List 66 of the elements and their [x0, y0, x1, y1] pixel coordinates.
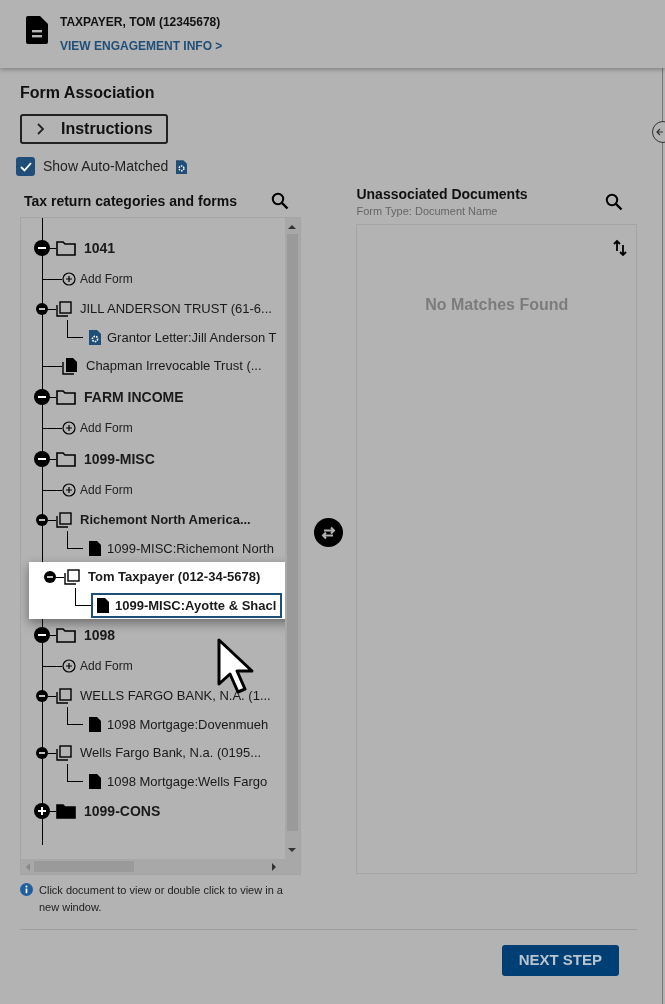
- collapse-toggle-icon[interactable]: [34, 389, 50, 405]
- panel-subtitle: Form Type: Document Name: [356, 204, 499, 219]
- page-title: Form Association: [20, 83, 156, 103]
- tree-document[interactable]: 1098 Mortgage:Dovenmueh: [83, 711, 275, 738]
- swap-button[interactable]: [314, 518, 343, 547]
- entity-label[interactable]: WELLS FARGO BANK, N.A. (1...: [80, 686, 271, 706]
- panel-title: Tax return categories and forms: [24, 191, 237, 211]
- engagement-info-link[interactable]: VIEW ENGAGEMENT INFO >: [60, 37, 223, 55]
- info-icon: [20, 883, 33, 896]
- chevron-right-icon: [35, 123, 45, 135]
- tree-document[interactable]: 1098 Mortgage:Wells Fargo: [83, 768, 274, 795]
- entity-label[interactable]: JILL ANDERSON TRUST (61-6...: [80, 299, 272, 319]
- tree-document[interactable]: Grantor Letter:Jill Anderson T: [83, 324, 283, 351]
- swap-arrows-icon: [320, 525, 337, 540]
- connector-line: [67, 706, 83, 725]
- scroll-up-icon[interactable]: [288, 224, 297, 230]
- collapse-toggle-icon[interactable]: [36, 303, 48, 315]
- category-label[interactable]: 1099-MISC: [84, 448, 155, 470]
- scroll-right-icon[interactable]: [270, 862, 277, 871]
- vertical-scrollbar[interactable]: [284, 218, 300, 859]
- entity-label[interactable]: Richemont North America...: [80, 510, 251, 530]
- horizontal-scrollbar[interactable]: [21, 859, 300, 874]
- category-label[interactable]: FARM INCOME: [84, 386, 184, 408]
- document-label: 1098 Mortgage:Wells Fargo: [107, 772, 268, 791]
- arrow-left-icon: [656, 128, 664, 136]
- category-label[interactable]: 1041: [84, 237, 116, 259]
- tree-document[interactable]: 1099-MISC:Ayotte & Shacl: [91, 592, 283, 619]
- hint-text: Click document to view or double click to view in a new window.: [39, 883, 284, 915]
- add-form-button[interactable]: Add Form: [62, 270, 133, 288]
- connector-line: [67, 763, 83, 782]
- document-label: 1098 Mortgage:Dovenmueh: [107, 715, 269, 734]
- document-label: 1099-MISC:Richemont North: [107, 539, 274, 558]
- entity-label[interactable]: Wells Fargo Bank, N.a. (0195...: [80, 743, 262, 763]
- checkbox-label: Show Auto-Matched: [43, 157, 169, 176]
- scroll-down-icon[interactable]: [288, 847, 297, 853]
- collapse-toggle-icon[interactable]: [34, 627, 50, 643]
- add-form-button[interactable]: Add Form: [62, 481, 133, 499]
- collapse-toggle-icon[interactable]: [34, 240, 50, 256]
- category-label[interactable]: 1099-CONS: [84, 800, 161, 822]
- client-name: TAXPAYER, TOM (12345678): [60, 14, 222, 31]
- tree-document[interactable]: 1099-MISC:Richemont North: [83, 535, 280, 562]
- instructions-button[interactable]: Instructions: [20, 114, 168, 144]
- next-step-button[interactable]: NEXT STEP: [501, 945, 619, 976]
- document-icon: [26, 16, 48, 44]
- panel-title: Unassociated Documents: [356, 185, 528, 203]
- search-icon[interactable]: [605, 193, 623, 211]
- collapse-toggle-icon[interactable]: [36, 690, 48, 702]
- file-label[interactable]: Chapman Irrevocable Trust (...: [86, 356, 262, 376]
- search-icon[interactable]: [270, 192, 289, 210]
- collapse-toggle-icon[interactable]: [36, 747, 48, 759]
- document-gear-icon: [176, 159, 188, 174]
- collapse-toggle-icon[interactable]: [34, 451, 50, 467]
- auto-matched-checkbox[interactable]: [16, 157, 35, 176]
- add-form-button[interactable]: Add Form: [62, 657, 133, 675]
- collapse-toggle-icon[interactable]: [36, 514, 48, 526]
- check-icon: [19, 161, 32, 172]
- connector-line: [67, 319, 83, 338]
- document-label: Grantor Letter:Jill Anderson T: [107, 328, 277, 347]
- collapse-toggle-icon[interactable]: [44, 571, 56, 583]
- connector-line: [67, 530, 83, 549]
- add-form-button[interactable]: Add Form: [62, 419, 133, 437]
- expand-toggle-icon[interactable]: [34, 803, 50, 819]
- category-label[interactable]: 1098: [84, 624, 116, 646]
- document-label: 1099-MISC:Ayotte & Shacl: [115, 596, 277, 615]
- entity-label[interactable]: Tom Taxpayer (012-34-5678): [88, 567, 261, 587]
- sort-icon[interactable]: [613, 238, 627, 257]
